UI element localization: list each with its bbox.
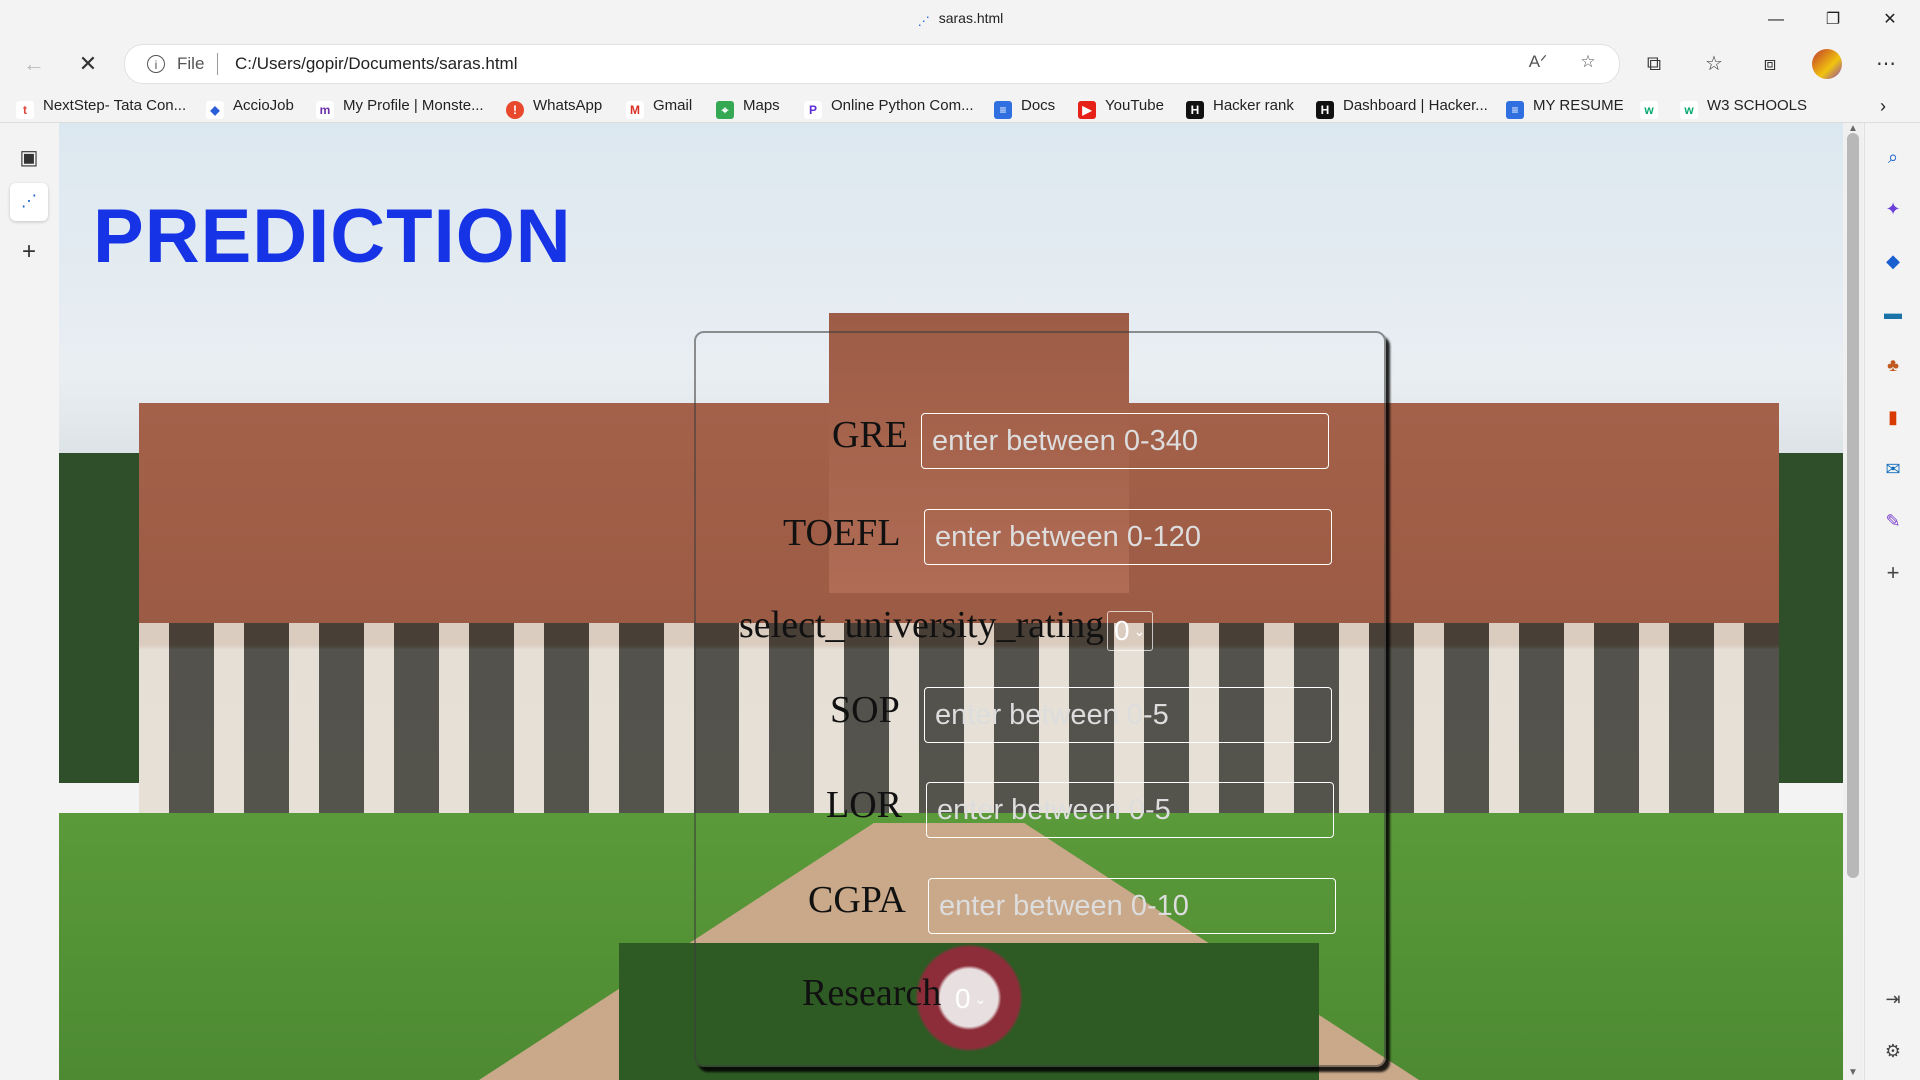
add-sidebar-app-icon[interactable]: + <box>1879 559 1907 587</box>
bookmark-item[interactable]: ! WhatsApp <box>506 95 602 119</box>
toefl-input[interactable]: enter between 0-120 <box>924 509 1332 565</box>
bookmark-item[interactable]: ⌖ Maps <box>716 95 780 119</box>
window-title: ⋰ saras.html <box>0 10 1920 28</box>
chevron-down-icon: ⌄ <box>974 991 987 1007</box>
address-bar[interactable]: i File C:/Users/gopir/Documents/saras.ht… <box>124 44 1620 84</box>
cgpa-input[interactable]: enter between 0-10 <box>928 878 1336 934</box>
tools-icon[interactable]: ▬ <box>1879 299 1907 327</box>
favorites-icon[interactable]: ☆ <box>1696 46 1732 82</box>
settings-gear-icon[interactable]: ⚙ <box>1879 1037 1907 1065</box>
hackerrank-icon: H <box>1316 101 1334 119</box>
bookmark-item[interactable]: t NextStep- Tata Con... <box>16 95 186 119</box>
research-select[interactable]: 0 ⌄ <box>948 979 992 1019</box>
bookmark-item[interactable]: ◆ AccioJob <box>206 95 294 119</box>
bookmark-item[interactable]: H Hacker rank <box>1186 95 1294 119</box>
cgpa-label: CGPA <box>808 879 906 921</box>
scheme-label: File <box>177 54 205 73</box>
lor-input[interactable]: enter between 0-5 <box>926 782 1334 838</box>
read-aloud-icon[interactable]: Aᐟ <box>1525 52 1551 76</box>
scrollbar-thumb[interactable] <box>1847 133 1859 878</box>
bookmark-item[interactable]: ≡ Docs <box>994 95 1055 119</box>
search-icon[interactable]: ⌕ <box>1879 143 1907 171</box>
hide-sidebar-icon[interactable]: ⇥ <box>1879 985 1907 1013</box>
whatsapp-icon: ! <box>506 101 524 119</box>
bookmark-item[interactable]: ▶ YouTube <box>1078 95 1164 119</box>
university-rating-label: select_university_rating <box>739 604 1105 646</box>
bookmark-item[interactable]: M Gmail <box>626 95 692 119</box>
sop-input[interactable]: enter between 0-5 <box>924 687 1332 743</box>
close-window-button[interactable]: ✕ <box>1860 0 1920 40</box>
games-icon[interactable]: ♣ <box>1879 351 1907 379</box>
right-sidebar: ⌕ ✦ ◆ ▬ ♣ ▮ ✉ ✎ + ⇥ ⚙ <box>1864 123 1920 1080</box>
chevron-down-icon: ⌄ <box>1133 623 1146 639</box>
docs-icon: ≡ <box>1506 101 1524 119</box>
info-icon[interactable]: i <box>147 55 165 73</box>
lor-label: LOR <box>826 784 902 826</box>
maps-icon: ⌖ <box>716 101 734 119</box>
docs-icon: ≡ <box>994 101 1012 119</box>
active-tab-loading-icon[interactable]: ⋰ <box>10 183 48 221</box>
w3schools-icon: w <box>1680 101 1698 119</box>
gre-label: GRE <box>832 414 908 456</box>
bookmark-item[interactable]: ≡ MY RESUME <box>1506 95 1624 119</box>
python-icon: P <box>804 101 822 119</box>
bookmark-item[interactable]: H Dashboard | Hacker... <box>1316 95 1488 119</box>
more-bookmarks-chevron-icon[interactable]: › <box>1880 95 1886 117</box>
add-favorite-icon[interactable]: ☆ <box>1575 52 1601 76</box>
collections-icon[interactable]: ⧈ <box>1752 46 1788 82</box>
new-tab-button[interactable]: + <box>10 233 48 271</box>
bookmark-item[interactable]: w <box>1640 95 1667 119</box>
sop-label: SOP <box>830 689 900 731</box>
title-bar: ⋰ saras.html — ❐ ✕ <box>0 0 1920 40</box>
hackerrank-icon: H <box>1186 101 1204 119</box>
university-rating-select[interactable]: 0 ⌄ <box>1107 611 1153 651</box>
monster-icon: m <box>316 101 334 119</box>
bookmark-item[interactable]: m My Profile | Monste... <box>316 95 484 119</box>
back-button[interactable]: ← <box>16 46 52 82</box>
office-icon[interactable]: ▮ <box>1879 403 1907 431</box>
page-scrollbar[interactable]: ▲ ▼ <box>1843 123 1863 1080</box>
bookmarks-bar: t NextStep- Tata Con... ◆ AccioJob m My Pro… <box>0 88 1920 123</box>
window-title-text: saras.html <box>938 10 1004 26</box>
loading-icon: ⋰ <box>917 14 930 28</box>
url-text[interactable]: C:/Users/gopir/Documents/saras.html <box>235 54 517 74</box>
tab-actions-icon[interactable]: ▣ <box>10 139 48 177</box>
page-viewport: PREDICTION GRE enter between 0-340 TOEFL… <box>59 123 1844 1080</box>
restore-button[interactable]: ❐ <box>1803 0 1863 40</box>
extensions-icon[interactable]: ⧉ <box>1636 46 1672 82</box>
research-label: Research <box>802 972 942 1014</box>
address-separator <box>217 53 218 75</box>
acciojob-icon: ◆ <box>206 101 224 119</box>
shopping-tag-icon[interactable]: ◆ <box>1879 247 1907 275</box>
more-menu-icon[interactable]: ⋯ <box>1868 46 1904 82</box>
bookmark-item[interactable]: w W3 SCHOOLS <box>1680 95 1807 119</box>
bookmark-item[interactable]: P Online Python Com... <box>804 95 974 119</box>
profile-avatar[interactable] <box>1812 49 1842 79</box>
gmail-icon: M <box>626 101 644 119</box>
w3schools-icon: w <box>1640 101 1658 119</box>
vertical-tabs: ▣ ⋰ + <box>0 123 58 1080</box>
scroll-down-icon[interactable]: ▼ <box>1848 1067 1858 1078</box>
gre-input[interactable]: enter between 0-340 <box>921 413 1329 469</box>
minimize-button[interactable]: — <box>1746 0 1806 40</box>
designer-icon[interactable]: ✎ <box>1879 507 1907 535</box>
copilot-icon[interactable]: ✦ <box>1879 195 1907 223</box>
outlook-icon[interactable]: ✉ <box>1879 455 1907 483</box>
navigation-bar: ← ✕ i File C:/Users/gopir/Documents/sara… <box>0 40 1920 88</box>
toefl-label: TOEFL <box>783 512 901 554</box>
youtube-icon: ▶ <box>1078 101 1096 119</box>
tcs-icon: t <box>16 101 34 119</box>
stop-loading-button[interactable]: ✕ <box>70 46 106 82</box>
page-title: PREDICTION <box>93 194 572 279</box>
